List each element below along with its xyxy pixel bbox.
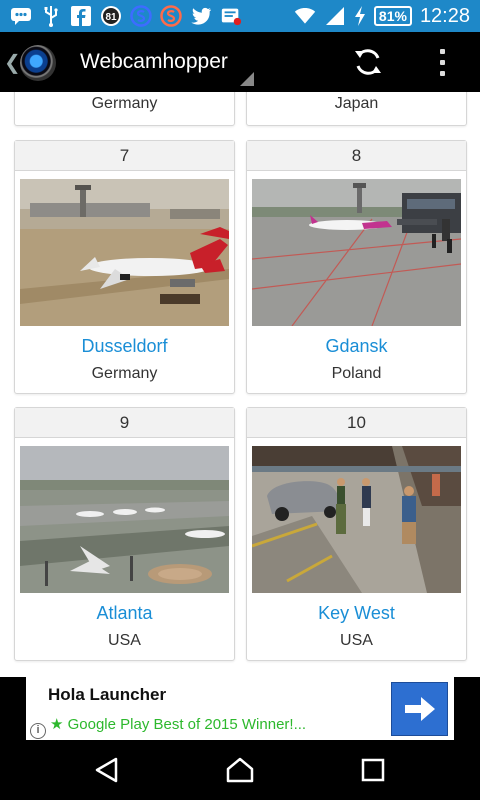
tasks-icon <box>220 5 242 27</box>
webcam-card[interactable]: Japan <box>246 92 467 126</box>
badge-81-icon: 81 <box>100 5 122 27</box>
webcam-card[interactable]: Germany <box>14 92 235 126</box>
s-red-icon <box>160 5 182 27</box>
app-title: Webcamhopper <box>80 50 228 73</box>
back-button[interactable] <box>90 754 124 786</box>
webcam-thumbnail[interactable] <box>252 179 461 326</box>
s-blue-icon <box>130 5 152 27</box>
system-indicators: 81% 12:28 <box>294 4 470 28</box>
card-country: Germany <box>91 95 158 112</box>
webcam-card[interactable]: 7 Dusseldorf Germany <box>14 140 235 394</box>
refresh-button[interactable] <box>350 44 386 80</box>
status-bar: 81 81% 12:28 <box>0 0 480 32</box>
webcam-grid: Germany Japan 7 Dusseldorf Germany 8 Gda… <box>0 92 480 677</box>
wifi-icon <box>294 5 316 27</box>
app-logo-icon[interactable] <box>20 45 56 81</box>
back-icon <box>95 757 118 783</box>
badge-count: 81 <box>105 12 117 23</box>
card-country: Poland <box>331 365 382 382</box>
webcam-thumbnail[interactable] <box>252 446 461 593</box>
recents-icon <box>361 758 385 782</box>
facebook-icon <box>70 5 92 27</box>
card-city-link[interactable]: Atlanta <box>15 603 234 624</box>
charging-icon <box>354 5 366 27</box>
ad-info-icon[interactable]: i <box>30 723 46 739</box>
card-number: 8 <box>247 141 466 171</box>
battery-indicator: 81% <box>373 6 412 26</box>
signal-icon <box>324 5 346 27</box>
refresh-icon <box>355 49 381 75</box>
home-icon <box>226 757 254 783</box>
card-number: 7 <box>15 141 234 171</box>
clock: 12:28 <box>419 4 470 27</box>
ad-title[interactable]: Hola Launcher <box>48 685 166 705</box>
overflow-menu-button[interactable] <box>430 44 454 80</box>
usb-icon <box>40 5 62 27</box>
navigation-bar <box>0 740 480 800</box>
chat-icon <box>10 5 32 27</box>
webcam-thumbnail[interactable] <box>20 179 229 326</box>
webcam-thumbnail[interactable] <box>20 446 229 593</box>
webcam-card[interactable]: 8 Gdansk Poland <box>246 140 467 394</box>
webcam-card[interactable]: 9 Atlanta USA <box>14 407 235 661</box>
up-chevron-icon[interactable]: ❮ <box>4 50 21 75</box>
notification-icons: 81 <box>10 4 242 28</box>
ad-banner[interactable]: Hola Launcher i ★ Google Play Best of 20… <box>0 677 480 740</box>
ad-gutter-right <box>454 677 480 740</box>
card-country: USA <box>340 632 373 649</box>
action-bar: ❮ Webcamhopper <box>0 32 480 92</box>
dropdown-corner-icon[interactable] <box>240 72 254 86</box>
card-number: 10 <box>247 408 466 438</box>
card-city-link[interactable]: Dusseldorf <box>15 336 234 357</box>
card-country: USA <box>108 632 141 649</box>
twitter-icon <box>190 5 212 27</box>
ad-gutter-left <box>0 677 26 740</box>
card-city-link[interactable]: Key West <box>247 603 466 624</box>
recents-button[interactable] <box>356 754 390 786</box>
card-city-link[interactable]: Gdansk <box>247 336 466 357</box>
card-number: 9 <box>15 408 234 438</box>
card-country: Japan <box>334 95 379 112</box>
ad-subtitle[interactable]: ★ Google Play Best of 2015 Winner!... <box>50 715 306 733</box>
home-button[interactable] <box>223 754 257 786</box>
webcam-card[interactable]: 10 Key West USA <box>246 407 467 661</box>
arrow-right-icon <box>404 697 435 721</box>
card-country: Germany <box>91 365 158 382</box>
ad-open-button[interactable] <box>391 682 448 736</box>
